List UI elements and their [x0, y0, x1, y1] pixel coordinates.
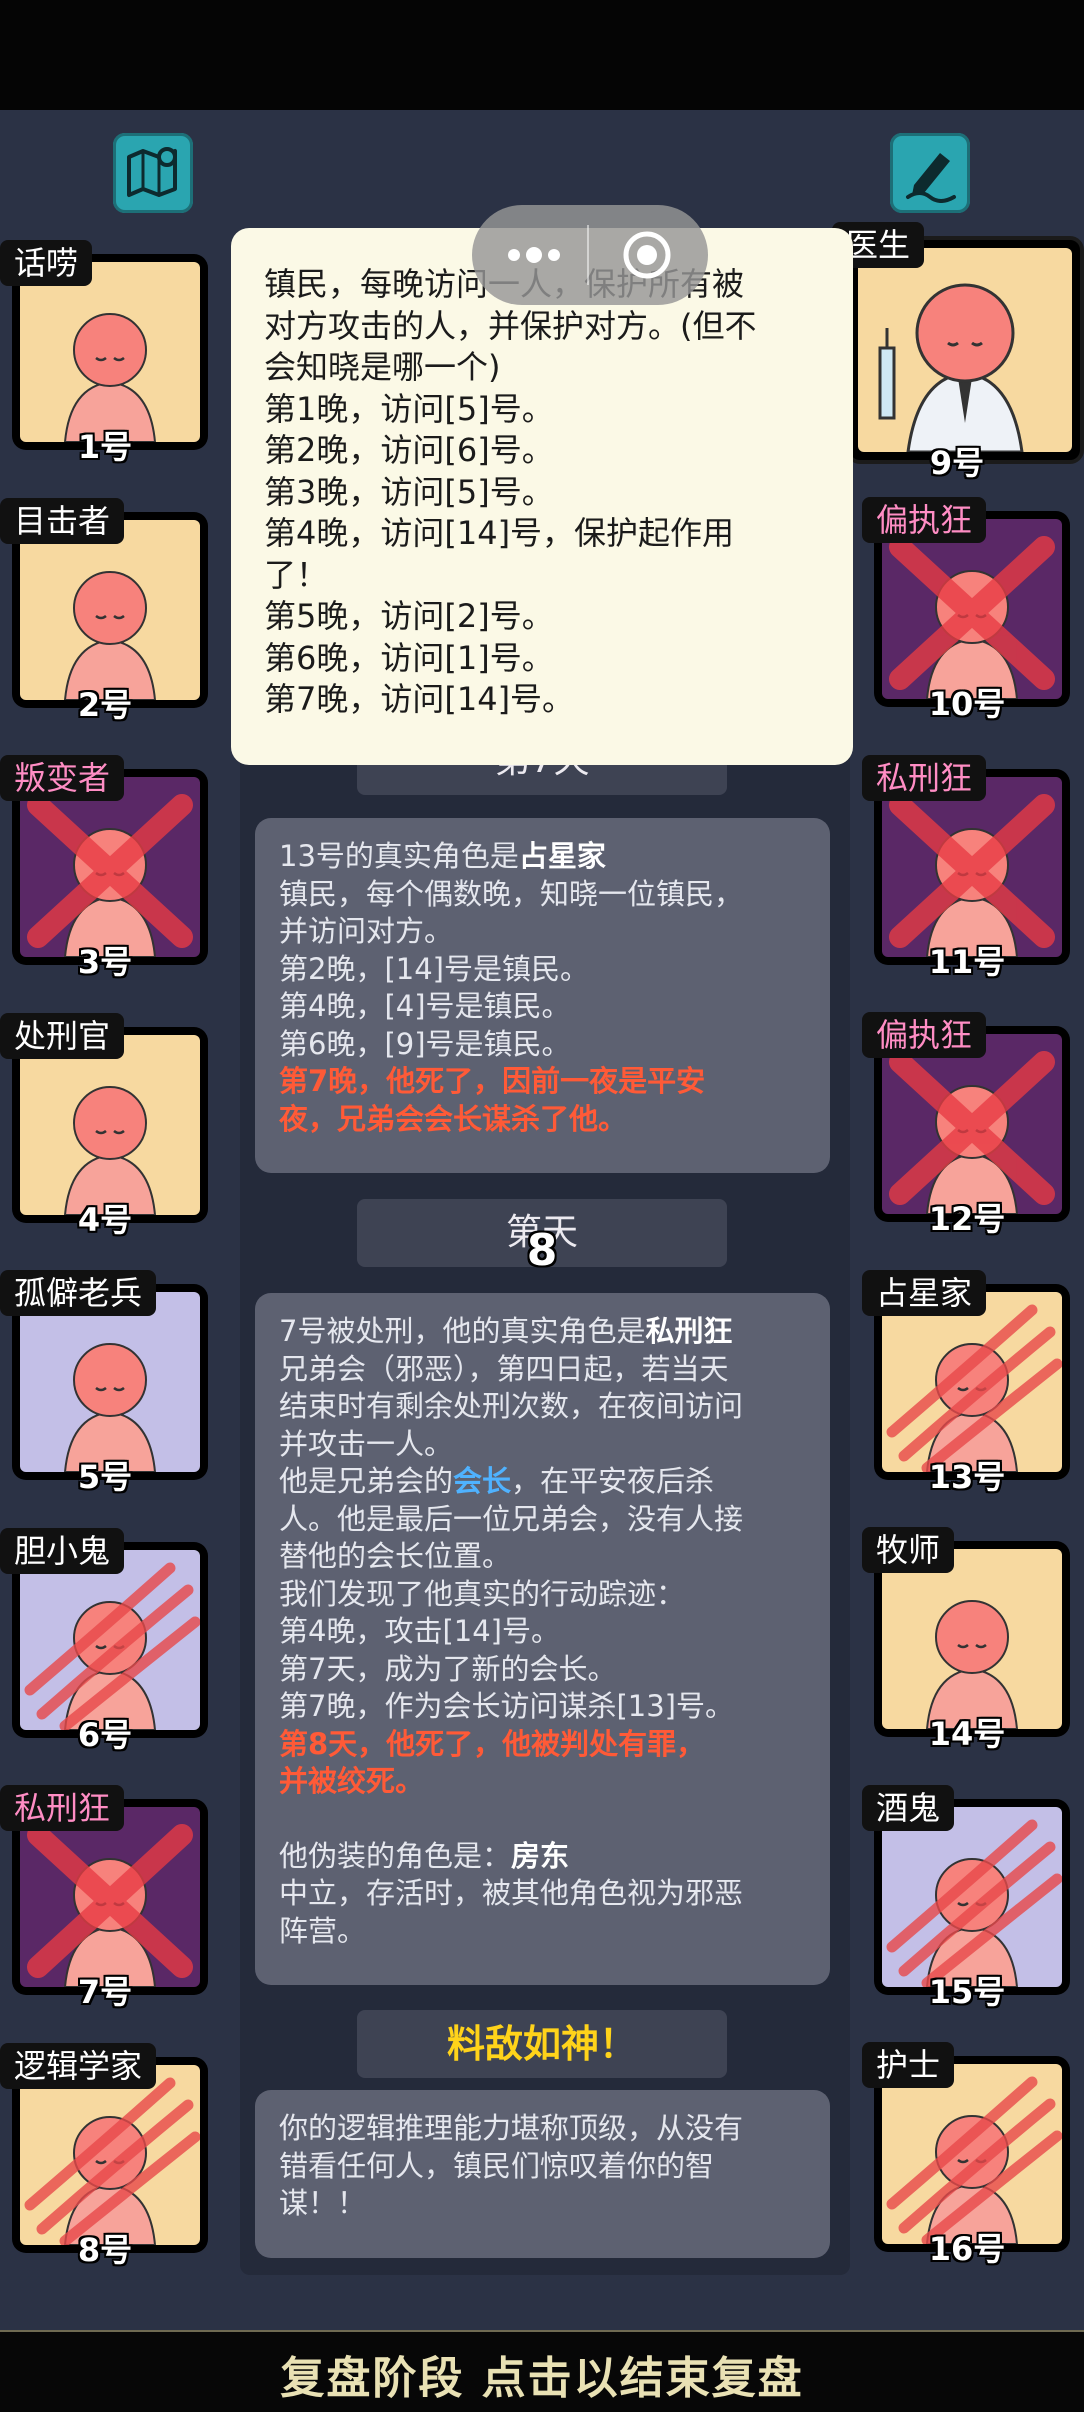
review-end-bar[interactable]: 复盘阶段 点击以结束复盘	[0, 2330, 1084, 2412]
player-4[interactable]: 处刑官 4号	[0, 1012, 210, 1239]
player-9[interactable]: 医生 9号	[832, 222, 1084, 482]
status-bar	[0, 0, 1084, 110]
role-tag: 叛变者	[0, 755, 125, 801]
role-info-popup[interactable]: 镇民，每晚访问一人，保护所有被 对方攻击的人，并保护对方。(但不 会知晓是哪一个…	[231, 228, 853, 765]
player-portrait	[846, 236, 1084, 464]
player-number: 6号	[77, 1715, 133, 1754]
player-number: 13号	[928, 1457, 1006, 1496]
review-end-label: 复盘阶段 点击以结束复盘	[280, 2353, 804, 2404]
player-number: 8号	[77, 2230, 133, 2269]
role-tag: 护士	[862, 2042, 955, 2088]
character-figure-icon	[63, 313, 157, 442]
player-12[interactable]: 偏执狂 12号	[862, 1012, 1072, 1238]
player-number: 15号	[928, 1972, 1006, 2011]
doctor-figure-icon	[878, 283, 1024, 452]
claw-mark-icon	[24, 2077, 200, 2245]
role-tag: 孤僻老兵	[0, 1270, 157, 1316]
character-figure-icon	[63, 1343, 157, 1472]
player-number: 4号	[77, 1200, 133, 1239]
player-number: 12号	[928, 1200, 1006, 1238]
log-card-verdict: 你的逻辑推理能力堪称顶级，从没有 错看任何人，镇民们惊叹着你的智 谋！！	[255, 2090, 830, 2258]
player-10[interactable]: 偏执狂 10号	[862, 497, 1072, 723]
eliminated-cross-icon	[889, 1051, 1055, 1214]
claw-mark-icon	[886, 2076, 1062, 2244]
player-number: 16号	[928, 2230, 1006, 2268]
player-number: 9号	[929, 444, 985, 482]
day-header-8: 第8天	[357, 1199, 727, 1276]
role-tag: 私刑狂	[0, 1785, 125, 1831]
more-dots-icon[interactable]	[502, 239, 566, 271]
player-1[interactable]: 话唠 1号	[0, 240, 210, 466]
pencil-note-icon	[906, 153, 956, 203]
player-16[interactable]: 护士 16号	[862, 2042, 1072, 2268]
role-tag: 目击者	[0, 497, 125, 544]
player-number: 2号	[77, 685, 133, 724]
player-number: 5号	[77, 1458, 133, 1496]
player-number: 14号	[928, 1715, 1006, 1753]
log-card-astrologer: 13号的真实角色是占星家 镇民，每个偶数晚，知晓一位镇民， 并访问对方。 第2晚…	[255, 818, 830, 1173]
player-15[interactable]: 酒鬼 15号	[862, 1784, 1072, 2011]
player-7[interactable]: 私刑狂 7号	[0, 1785, 210, 2011]
player-13[interactable]: 占星家 13号	[862, 1269, 1072, 1496]
miniapp-capsule	[472, 205, 708, 305]
role-tag: 占星家	[862, 1269, 987, 1316]
player-5[interactable]: 孤僻老兵 5号	[0, 1270, 210, 1496]
claw-mark-icon	[886, 1304, 1062, 1472]
map-pin-icon	[127, 147, 177, 197]
role-tag: 牧师	[862, 1527, 955, 1573]
verdict-banner: 料敌如神！	[357, 2010, 727, 2078]
character-figure-icon	[63, 570, 157, 700]
character-figure-icon	[63, 1085, 157, 1215]
close-target-icon[interactable]	[622, 230, 672, 280]
capsule-divider	[587, 225, 589, 285]
role-tag: 酒鬼	[862, 1784, 955, 1831]
player-2[interactable]: 目击者 2号	[0, 497, 210, 724]
role-tag: 处刑官	[0, 1012, 125, 1059]
eliminated-cross-icon	[27, 794, 193, 957]
claw-mark-icon	[886, 1819, 1062, 1987]
player-3[interactable]: 叛变者 3号	[0, 755, 210, 981]
role-tag: 逻辑学家	[0, 2042, 157, 2089]
log-card-execution: 7号被处刑，他的真实角色是私刑狂 兄弟会（邪恶），第四日起，若当天 结束时有剩余…	[255, 1293, 830, 1985]
player-6[interactable]: 胆小鬼 6号	[0, 1527, 210, 1754]
player-number: 3号	[77, 943, 133, 981]
eliminated-cross-icon	[889, 793, 1055, 957]
player-number: 7号	[77, 1973, 133, 2011]
player-11[interactable]: 私刑狂 11号	[862, 754, 1072, 981]
role-tag: 话唠	[0, 240, 93, 286]
player-number: 1号	[77, 428, 133, 466]
eliminated-cross-icon	[27, 1824, 193, 1987]
map-button[interactable]	[113, 133, 193, 213]
claw-mark-icon	[24, 1562, 200, 1730]
role-tag: 偏执狂	[862, 497, 987, 543]
role-tag: 胆小鬼	[0, 1527, 125, 1574]
notes-button[interactable]	[890, 133, 970, 213]
player-number: 10号	[928, 685, 1006, 723]
character-figure-icon	[925, 1600, 1019, 1729]
player-number: 11号	[928, 942, 1006, 981]
player-14[interactable]: 牧师 14号	[862, 1527, 1072, 1753]
role-tag: 偏执狂	[862, 1012, 987, 1058]
eliminated-cross-icon	[889, 536, 1055, 699]
player-8[interactable]: 逻辑学家 8号	[0, 2042, 210, 2269]
role-tag: 私刑狂	[862, 754, 987, 801]
